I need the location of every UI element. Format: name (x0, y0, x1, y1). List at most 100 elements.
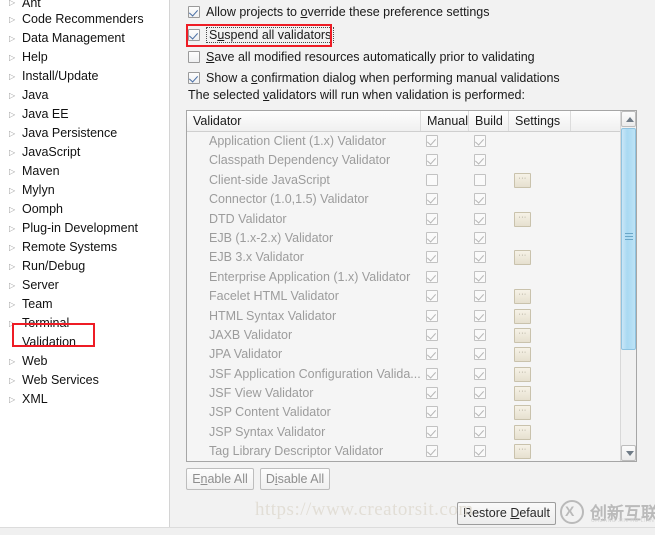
sidebar-item-remote-systems[interactable]: ▷ Remote Systems (0, 238, 169, 257)
option-suspend-all[interactable]: Suspend all validators (188, 25, 335, 45)
expand-arrow-icon[interactable]: ▷ (9, 10, 19, 29)
table-row[interactable]: HTML Syntax Validator ··· (187, 307, 620, 326)
column-header-manual[interactable]: Manual (421, 111, 469, 131)
settings-ellipsis-button[interactable]: ··· (514, 366, 531, 382)
scroll-up-arrow-icon[interactable] (621, 111, 636, 127)
sidebar-item-java[interactable]: ▷ Java (0, 86, 169, 105)
enable-all-button[interactable]: Enable All (186, 468, 254, 490)
expand-arrow-icon[interactable]: ▷ (9, 295, 19, 314)
sidebar-item-server[interactable]: ▷ Server (0, 276, 169, 295)
table-row[interactable]: JSP Content Validator ··· (187, 403, 620, 422)
expand-arrow-icon[interactable]: ▷ (9, 29, 19, 48)
expand-arrow-icon[interactable]: ▷ (9, 238, 19, 257)
manual-checkbox[interactable] (426, 173, 438, 186)
sidebar-item-java-persistence[interactable]: ▷ Java Persistence (0, 124, 169, 143)
sidebar-item-plug-in-development[interactable]: ▷ Plug-in Development (0, 219, 169, 238)
expand-arrow-icon[interactable]: ▷ (9, 219, 19, 238)
manual-checkbox[interactable] (426, 328, 438, 341)
sidebar-item-install-update[interactable]: ▷ Install/Update (0, 67, 169, 86)
build-checkbox[interactable] (474, 309, 486, 322)
sidebar-item-help[interactable]: ▷ Help (0, 48, 169, 67)
scrollbar-thumb[interactable] (621, 128, 636, 350)
expand-arrow-icon[interactable]: ▷ (9, 124, 19, 143)
build-checkbox[interactable] (474, 348, 486, 361)
build-checkbox[interactable] (474, 212, 486, 225)
settings-ellipsis-button[interactable]: ··· (514, 444, 531, 460)
column-header-validator[interactable]: Validator (187, 111, 421, 131)
build-checkbox[interactable] (474, 425, 486, 438)
build-checkbox[interactable] (474, 270, 486, 283)
build-checkbox[interactable] (474, 406, 486, 419)
manual-checkbox[interactable] (426, 290, 438, 303)
expand-arrow-icon[interactable]: ▷ (9, 162, 19, 181)
expand-arrow-icon[interactable]: ▷ (9, 67, 19, 86)
sidebar-item-terminal[interactable]: ▷ Terminal (0, 314, 169, 333)
expand-arrow-icon[interactable]: ▷ (9, 105, 19, 124)
expand-arrow-icon[interactable]: ▷ (9, 143, 19, 162)
build-checkbox[interactable] (474, 193, 486, 206)
sidebar-item-team[interactable]: ▷ Team (0, 295, 169, 314)
table-row[interactable]: EJB 3.x Validator ··· (187, 248, 620, 267)
validators-table[interactable]: Validator Manual Build Settings Applicat… (186, 110, 637, 462)
column-header-build[interactable]: Build (469, 111, 509, 131)
settings-ellipsis-button[interactable]: ··· (514, 386, 531, 402)
settings-ellipsis-button[interactable]: ··· (514, 405, 531, 421)
sidebar-item-ant[interactable]: ▷ Ant (0, 0, 169, 10)
sidebar-item-run-debug[interactable]: ▷ Run/Debug (0, 257, 169, 276)
expand-arrow-icon[interactable]: ▷ (9, 257, 19, 276)
build-checkbox[interactable] (474, 135, 486, 147)
sidebar-item-javascript[interactable]: ▷ JavaScript (0, 143, 169, 162)
manual-checkbox[interactable] (426, 406, 438, 419)
preferences-tree[interactable]: ▷ Ant ▷ Code Recommenders ▷ Data Management ▷ H… (0, 0, 170, 528)
manual-checkbox[interactable] (426, 348, 438, 361)
build-checkbox[interactable] (474, 173, 486, 186)
option-save-modified[interactable]: Save all modified resources automaticall… (188, 47, 535, 67)
sidebar-item-web[interactable]: ▷ Web (0, 352, 169, 371)
table-row[interactable]: JSF View Validator ··· (187, 384, 620, 403)
sidebar-item-oomph[interactable]: ▷ Oomph (0, 200, 169, 219)
table-row[interactable]: Connector (1.0,1.5) Validator (187, 190, 620, 209)
settings-ellipsis-button[interactable]: ··· (514, 308, 531, 324)
settings-ellipsis-button[interactable]: ··· (514, 250, 531, 266)
build-checkbox[interactable] (474, 290, 486, 303)
table-row[interactable]: EJB (1.x-2.x) Validator (187, 229, 620, 248)
table-row[interactable]: Facelet HTML Validator ··· (187, 287, 620, 306)
manual-checkbox[interactable] (426, 309, 438, 322)
scroll-down-arrow-icon[interactable] (621, 445, 636, 461)
table-row[interactable]: JAXB Validator ··· (187, 326, 620, 345)
sidebar-item-code-recommenders[interactable]: ▷ Code Recommenders (0, 10, 169, 29)
manual-checkbox[interactable] (426, 154, 438, 167)
show-confirmation-checkbox[interactable] (188, 72, 200, 84)
sidebar-item-web-services[interactable]: ▷ Web Services (0, 371, 169, 390)
expand-arrow-icon[interactable]: ▷ (9, 48, 19, 67)
expand-arrow-icon[interactable]: ▷ (9, 352, 19, 371)
disable-all-button[interactable]: Disable All (260, 468, 330, 490)
settings-ellipsis-button[interactable]: ··· (514, 211, 531, 227)
manual-checkbox[interactable] (426, 270, 438, 283)
build-checkbox[interactable] (474, 154, 486, 167)
sidebar-item-maven[interactable]: ▷ Maven (0, 162, 169, 181)
manual-checkbox[interactable] (426, 135, 438, 147)
manual-checkbox[interactable] (426, 251, 438, 264)
column-header-settings[interactable]: Settings (509, 111, 571, 131)
manual-checkbox[interactable] (426, 367, 438, 380)
expand-arrow-icon[interactable]: ▷ (9, 333, 19, 352)
option-allow-override[interactable]: Allow projects to override these prefere… (188, 2, 489, 22)
table-row[interactable]: Classpath Dependency Validator (187, 151, 620, 170)
settings-ellipsis-button[interactable]: ··· (514, 424, 531, 440)
manual-checkbox[interactable] (426, 445, 438, 458)
expand-arrow-icon[interactable]: ▷ (9, 0, 19, 10)
settings-ellipsis-button[interactable]: ··· (514, 327, 531, 343)
settings-ellipsis-button[interactable]: ··· (514, 289, 531, 305)
table-row[interactable]: DTD Validator ··· (187, 210, 620, 229)
table-body[interactable]: Application Client (1.x) Validator Classp… (187, 132, 620, 461)
build-checkbox[interactable] (474, 231, 486, 244)
table-row[interactable]: JSF Application Configuration Valida... ·… (187, 365, 620, 384)
manual-checkbox[interactable] (426, 212, 438, 225)
manual-checkbox[interactable] (426, 425, 438, 438)
settings-ellipsis-button[interactable]: ··· (514, 347, 531, 363)
build-checkbox[interactable] (474, 328, 486, 341)
manual-checkbox[interactable] (426, 387, 438, 400)
expand-arrow-icon[interactable]: ▷ (9, 314, 19, 333)
manual-checkbox[interactable] (426, 193, 438, 206)
